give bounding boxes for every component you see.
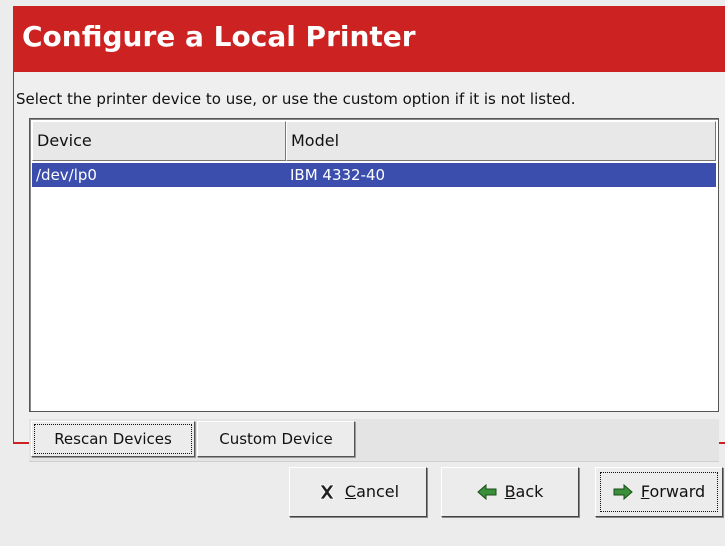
custom-device-label: Custom Device bbox=[219, 430, 333, 448]
column-header-model[interactable]: Model bbox=[286, 121, 716, 161]
custom-device-button[interactable]: Custom Device bbox=[197, 421, 355, 457]
cancel-label: Cancel bbox=[345, 468, 399, 516]
printer-config-window: Configure a Local Printer Select the pri… bbox=[0, 0, 725, 546]
model-cell[interactable]: IBM 4332-40 bbox=[286, 163, 716, 187]
back-button[interactable]: Back bbox=[441, 467, 579, 517]
forward-label: Forward bbox=[641, 468, 705, 516]
table-header: Device Model bbox=[32, 121, 716, 161]
column-header-device[interactable]: Device bbox=[32, 121, 286, 161]
forward-label-rest: orward bbox=[649, 482, 706, 501]
back-arrow-icon bbox=[476, 483, 497, 501]
table-body[interactable]: /dev/lp0 IBM 4332-40 bbox=[32, 163, 716, 409]
table-row[interactable]: /dev/lp0 IBM 4332-40 bbox=[32, 163, 716, 187]
instruction-text: Select the printer device to use, or use… bbox=[16, 90, 576, 108]
rescan-devices-label: Rescan Devices bbox=[32, 422, 194, 456]
forward-button[interactable]: Forward bbox=[595, 467, 723, 517]
forward-arrow-icon bbox=[613, 483, 633, 501]
header-banner: Configure a Local Printer bbox=[14, 6, 725, 72]
cancel-button[interactable]: Cancel bbox=[289, 467, 427, 517]
back-label: Back bbox=[505, 468, 544, 516]
cancel-label-rest: ancel bbox=[356, 482, 400, 501]
back-label-rest: ack bbox=[515, 482, 544, 501]
page-title: Configure a Local Printer bbox=[22, 20, 416, 53]
cancel-mnemonic: C bbox=[344, 482, 357, 501]
cancel-x-icon bbox=[317, 483, 337, 501]
back-mnemonic: B bbox=[504, 482, 516, 501]
device-table[interactable]: Device Model /dev/lp0 IBM 4332-40 bbox=[29, 118, 719, 412]
table-button-bar: Rescan Devices Custom Device bbox=[29, 419, 719, 462]
device-cell[interactable]: /dev/lp0 bbox=[32, 163, 286, 187]
rescan-devices-button[interactable]: Rescan Devices bbox=[31, 421, 195, 457]
